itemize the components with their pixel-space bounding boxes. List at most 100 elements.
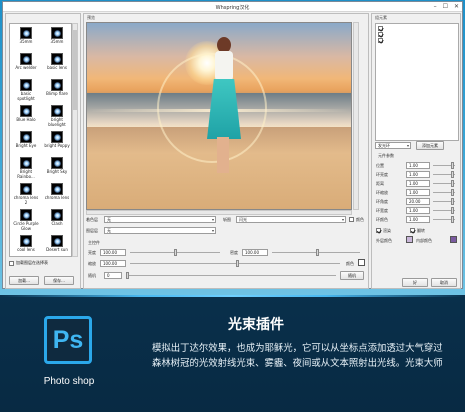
slider-knob[interactable] <box>451 198 454 205</box>
mode-select[interactable]: 闪光 ▾ <box>236 216 346 223</box>
param-slider[interactable] <box>433 180 455 187</box>
param-slider[interactable] <box>433 189 455 196</box>
list-item[interactable]: bright bluelight <box>43 105 71 127</box>
param-label: 位置 <box>376 163 384 168</box>
param-label: 距离 <box>376 181 384 186</box>
style-select[interactable]: 无 ▾ <box>104 216 216 223</box>
maximize-icon[interactable]: ☐ <box>443 3 448 11</box>
list-item[interactable]: Circle Purple Glow <box>12 209 40 231</box>
list-item[interactable]: Bright Eye <box>12 131 40 149</box>
param-slider[interactable] <box>433 207 455 214</box>
list-item[interactable]: Arc welder <box>12 53 40 71</box>
minimize-icon[interactable]: – <box>434 3 437 11</box>
render-checkbox[interactable] <box>376 228 381 233</box>
layer-value: 无 <box>107 228 111 233</box>
list-item[interactable] <box>378 32 383 37</box>
slider-knob[interactable] <box>174 249 177 256</box>
preview-image[interactable] <box>86 22 352 210</box>
list-item[interactable]: Blimp flare <box>43 79 71 97</box>
add-element-button[interactable]: 添加元素 <box>416 141 444 150</box>
preset-thumbnail <box>20 131 32 143</box>
param-label: 环宽度 <box>376 208 388 213</box>
presets-group: 35mm 35mm Arc welder basic lens basic spotli… <box>5 13 81 289</box>
presets-scrollbar[interactable] <box>72 23 78 257</box>
list-item[interactable]: bright Poppy <box>43 131 71 149</box>
layer-select[interactable]: 无 ▾ <box>104 227 216 234</box>
preview-vscroll[interactable] <box>353 22 359 210</box>
brightness-field[interactable]: 100.00 <box>100 249 126 256</box>
list-item[interactable]: basic spotlight <box>12 79 40 101</box>
list-item[interactable]: Clash <box>43 209 71 227</box>
list-item[interactable]: chroma lens 2 <box>12 183 40 205</box>
list-item[interactable]: basic lens <box>43 53 71 71</box>
list-item[interactable] <box>378 26 383 31</box>
random-field[interactable]: 0 <box>104 272 122 279</box>
save-button[interactable]: 保存... <box>44 276 74 285</box>
param-field[interactable]: 1.00 <box>406 171 430 178</box>
preset-thumbnail <box>20 209 32 221</box>
slider-knob[interactable] <box>126 272 129 279</box>
cancel-button[interactable]: 取消 <box>431 278 457 287</box>
photoshop-logo-icon: Ps <box>44 316 92 364</box>
screenshot-panel: Whspring汉化 – ☐ ✕ 35mm 35mm Arc welder basic… <box>0 0 465 295</box>
presets-list[interactable]: 35mm 35mm Arc welder basic lens basic spotli… <box>9 23 72 257</box>
scrollbar-thumb[interactable] <box>73 30 77 110</box>
preset-label: basic spotlight <box>17 91 35 101</box>
list-item[interactable]: 35mm <box>12 27 40 45</box>
list-item[interactable] <box>378 38 383 43</box>
layer-checkbox[interactable] <box>378 26 383 31</box>
window-title: Whspring汉化 <box>215 5 250 11</box>
inner-color-swatch[interactable] <box>406 236 413 243</box>
random-button[interactable]: 随机 <box>340 271 364 280</box>
param-field[interactable]: 1.00 <box>406 207 430 214</box>
list-item[interactable]: 35mm <box>43 27 71 45</box>
param-slider[interactable] <box>433 171 455 178</box>
slider-knob[interactable] <box>451 180 454 187</box>
close-icon[interactable]: ✕ <box>454 3 459 11</box>
param-field[interactable]: 1.00 <box>406 189 430 196</box>
checkbox-icon[interactable] <box>9 260 14 266</box>
param-slider[interactable] <box>433 216 455 223</box>
density-field[interactable]: 100.00 <box>242 249 268 256</box>
slider-knob[interactable] <box>451 171 454 178</box>
param-slider[interactable] <box>433 198 455 205</box>
param-slider[interactable] <box>433 162 455 169</box>
slider-knob[interactable] <box>236 260 239 267</box>
list-item[interactable]: cool lens <box>12 235 40 253</box>
banner-divider <box>0 295 465 297</box>
load-button[interactable]: 加载... <box>9 276 39 285</box>
param-field[interactable]: 20.00 <box>406 198 430 205</box>
preview-hscroll[interactable] <box>86 210 352 215</box>
elements-label: 组元素 <box>375 15 387 20</box>
element-type-select[interactable]: 发光环 ▾ <box>375 142 411 149</box>
flip-checkbox[interactable] <box>410 228 415 233</box>
list-item[interactable]: Bright Sky <box>43 157 71 175</box>
layer-checkbox[interactable] <box>378 38 383 43</box>
slider-knob[interactable] <box>451 189 454 196</box>
layer-checkbox[interactable] <box>378 32 383 37</box>
density-slider[interactable] <box>272 249 360 256</box>
outer-color-swatch[interactable] <box>450 236 457 243</box>
list-item[interactable]: Bright Rainbo... <box>12 157 40 179</box>
ok-button[interactable]: 好 <box>402 278 428 287</box>
brightness-slider[interactable] <box>130 249 220 256</box>
slider-knob[interactable] <box>451 216 454 223</box>
list-item[interactable]: Blue Halo <box>12 105 40 123</box>
slider-knob[interactable] <box>451 162 454 169</box>
color-checkbox[interactable] <box>349 217 354 222</box>
param-field[interactable]: 1.00 <box>406 162 430 169</box>
list-item[interactable]: Desert sun <box>43 235 71 253</box>
load-layers-checkbox[interactable]: 加载图层在选择表 <box>9 260 48 266</box>
slider-knob[interactable] <box>451 207 454 214</box>
list-item[interactable]: chroma lens <box>43 183 71 201</box>
elements-list[interactable] <box>375 23 459 141</box>
param-field[interactable]: 1.00 <box>406 180 430 187</box>
color-swatch[interactable] <box>358 259 365 266</box>
scale-field[interactable]: 100.00 <box>100 260 126 267</box>
preset-thumbnail <box>20 157 32 169</box>
random-slider[interactable] <box>126 272 336 279</box>
slider-knob[interactable] <box>316 249 319 256</box>
param-field[interactable]: 1.00 <box>406 216 430 223</box>
scale-slider[interactable] <box>130 260 340 267</box>
element-type-value: 发光环 <box>378 143 390 148</box>
